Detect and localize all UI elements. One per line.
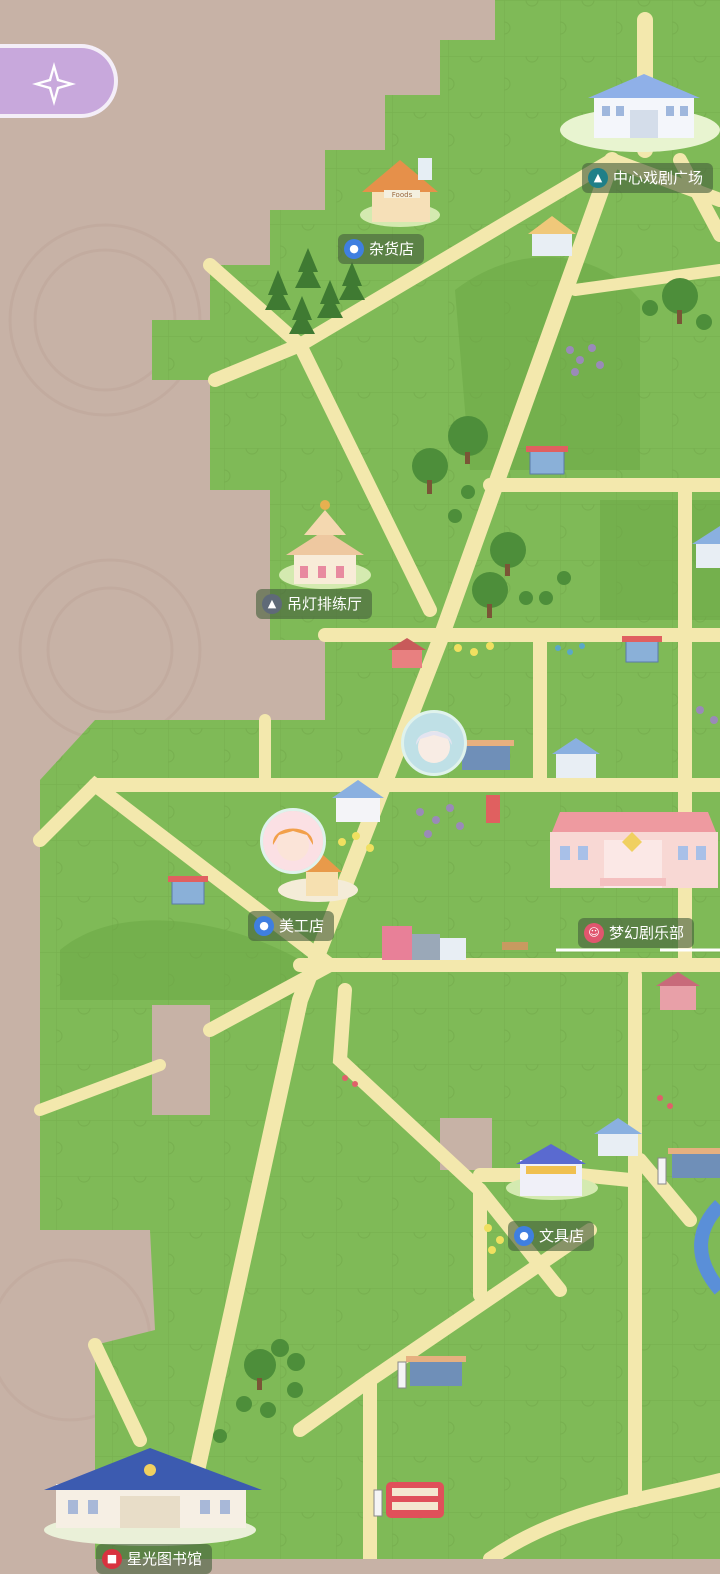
general-store-sign: Foods (392, 191, 413, 199)
location-label-stationery-shop[interactable]: ● 文具店 (508, 1221, 595, 1251)
location-label-dream-drama-club[interactable]: ☺ 梦幻剧乐部 (578, 918, 695, 948)
location-label-text: 杂货店 (369, 240, 415, 258)
location-label-central-theater-plaza[interactable]: ▲ 中心戏剧广场 (582, 163, 714, 193)
back-button[interactable] (0, 44, 118, 118)
bench (502, 942, 528, 950)
location-label-art-shop[interactable]: ● 美工店 (248, 911, 335, 941)
npc-avatar-silver-hair[interactable] (401, 710, 467, 776)
location-label-text: 星光图书馆 (127, 1550, 203, 1568)
shopping-bag-icon: ● (514, 1226, 534, 1246)
location-label-text: 吊灯排练厅 (287, 595, 363, 613)
drama-mask-icon: ☺ (584, 923, 604, 943)
location-label-text: 文具店 (539, 1227, 585, 1245)
compass-star-icon (32, 62, 76, 106)
location-label-text: 美工店 (279, 917, 325, 935)
book-icon: ■ (102, 1549, 122, 1569)
shopping-bag-icon: ● (254, 916, 274, 936)
location-label-text: 梦幻剧乐部 (609, 924, 685, 942)
location-label-starlight-library[interactable]: ■ 星光图书馆 (96, 1544, 213, 1574)
graduation-cap-icon: ▲ (262, 594, 282, 614)
location-label-general-store[interactable]: ● 杂货店 (338, 234, 425, 264)
theater-icon: ▲ (588, 168, 608, 188)
location-label-chandelier-rehearsal-hall[interactable]: ▲ 吊灯排练厅 (256, 589, 373, 619)
shopping-bag-icon: ● (344, 239, 364, 259)
double-decker-bus (386, 1482, 444, 1518)
npc-avatar-orange-hair[interactable] (260, 808, 326, 874)
location-label-text: 中心戏剧广场 (613, 169, 704, 187)
dream-drama-club-building[interactable] (550, 812, 718, 888)
